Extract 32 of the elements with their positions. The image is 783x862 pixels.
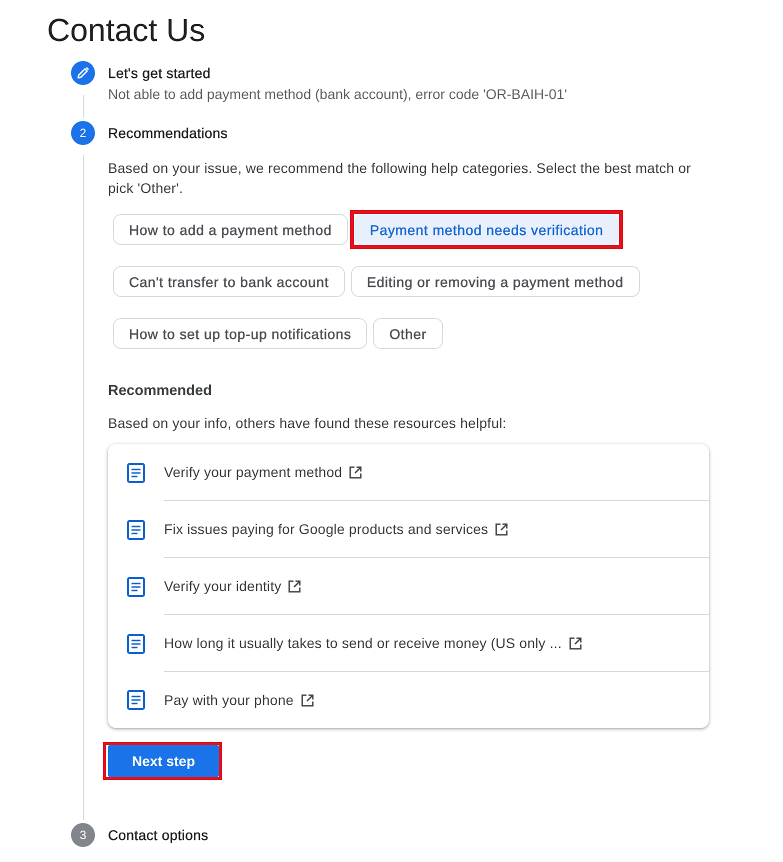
category-chip[interactable]: Editing or removing a payment method [350, 266, 640, 297]
page-title: Contact Us [47, 11, 206, 50]
category-chip[interactable]: Payment method needs verification [354, 214, 620, 245]
document-icon [127, 462, 145, 482]
resource-link[interactable]: How long it usually takes to send or receive money (US only ... [164, 635, 562, 651]
step-title: Contact options [108, 826, 208, 845]
step-title: Let's get started [108, 64, 211, 83]
category-chip[interactable]: How to add a payment method [113, 214, 348, 245]
resource-link[interactable]: Fix issues paying for Google products and services [164, 521, 488, 537]
resource-link[interactable]: Verify your payment method [164, 464, 342, 480]
external-link-icon [300, 694, 314, 706]
category-chip[interactable]: Other [373, 318, 443, 349]
document-icon [127, 634, 145, 654]
external-link-icon [288, 580, 302, 592]
step-title: Recommendations [108, 124, 228, 143]
resource-link[interactable]: Pay with your phone [164, 692, 294, 708]
step-number: 3 [71, 823, 95, 847]
external-link-icon [495, 522, 508, 536]
external-link-icon [568, 636, 582, 650]
section-description: Based on your info, others have found these resources helpful: [108, 414, 506, 433]
document-icon [127, 520, 145, 540]
issue-summary: Not able to add payment method (bank account), error code 'OR-BAIH-01' [108, 85, 568, 103]
resource-link[interactable]: Verify your identity [164, 578, 282, 594]
document-icon [127, 576, 145, 596]
category-chip[interactable]: Can't transfer to bank account [113, 266, 345, 297]
section-heading: Recommended [108, 382, 212, 401]
next-button[interactable]: Next step [108, 745, 219, 777]
document-icon [127, 690, 145, 710]
category-chip[interactable]: How to set up top-up notifications [113, 318, 368, 349]
external-link-icon [349, 466, 362, 478]
instructions-text: Based on your issue, we recommend the following help categories. Select the best match or pick 'Other'. [108, 159, 692, 198]
step-number: 2 [71, 121, 95, 145]
